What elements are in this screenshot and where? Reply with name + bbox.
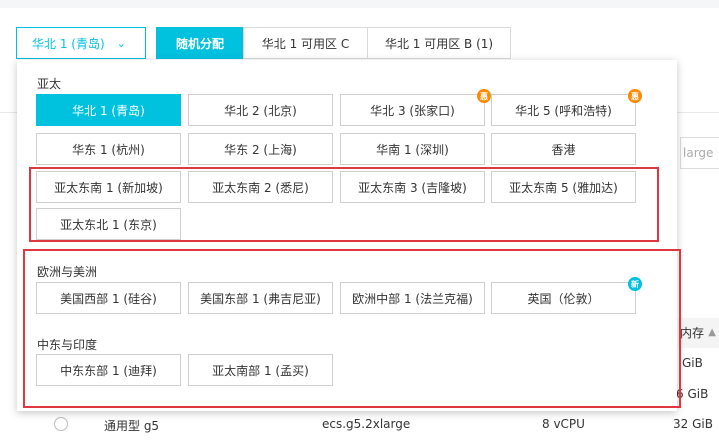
region-select-label: 华北 1 (青岛) <box>32 36 105 51</box>
hot-badge-icon: 惠 <box>628 89 642 103</box>
zone-tabs: 随机分配 华北 1 可用区 C 华北 1 可用区 B (1) <box>156 27 511 59</box>
memory-cell: GiB <box>682 356 703 370</box>
highlight-box-overseas <box>23 249 681 408</box>
region-huhehaote[interactable]: 华北 5 (呼和浩特) 惠 <box>491 89 642 126</box>
row-radio[interactable] <box>54 417 68 431</box>
region-zhangjiakou[interactable]: 华北 3 (张家口) 惠 <box>340 89 491 126</box>
zone-tab-random[interactable]: 随机分配 <box>156 27 244 59</box>
row-vcpu: 8 vCPU <box>542 417 585 431</box>
zone-tab-c[interactable]: 华北 1 可用区 C <box>243 27 368 59</box>
region-shenzhen[interactable]: 华南 1 (深圳) <box>340 133 485 165</box>
highlight-box-southeast-asia <box>29 167 659 242</box>
column-header-memory[interactable]: 内存 ▲ <box>678 318 719 348</box>
column-header-label: 内存 <box>680 326 705 340</box>
group-label-asia-pacific: 亚太 <box>37 77 62 91</box>
region-select[interactable]: 华北 1 (青岛) ⌄ <box>16 27 146 59</box>
region-label: 华北 3 (张家口) <box>370 103 455 118</box>
chevron-down-icon: ⌄ <box>116 36 126 50</box>
hot-badge-icon: 惠 <box>477 89 491 103</box>
row-family: 通用型 g5 <box>104 419 160 433</box>
region-label: 华北 5 (呼和浩特) <box>515 103 612 118</box>
region-beijing[interactable]: 华北 2 (北京) <box>188 94 333 126</box>
row-spec: ecs.g5.2xlarge <box>322 417 411 431</box>
search-input[interactable]: large <box>680 137 719 169</box>
region-hangzhou[interactable]: 华东 1 (杭州) <box>36 133 181 165</box>
region-hongkong[interactable]: 香港 <box>491 133 636 165</box>
sort-icon: ▲ <box>708 327 716 338</box>
zone-tab-b[interactable]: 华北 1 可用区 B (1) <box>367 27 511 59</box>
memory-cell: 32 GiB <box>673 417 713 431</box>
region-shanghai[interactable]: 华东 2 (上海) <box>188 133 333 165</box>
top-band <box>0 0 719 8</box>
region-qingdao[interactable]: 华北 1 (青岛) <box>36 94 181 126</box>
